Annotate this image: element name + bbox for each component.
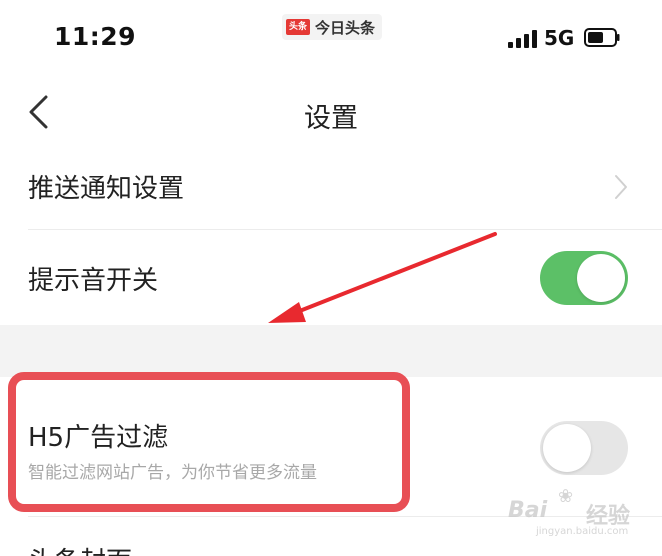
sound-label: 提示音开关 bbox=[28, 266, 159, 296]
h5-ad-filter-toggle[interactable] bbox=[540, 421, 628, 475]
sound-toggle[interactable] bbox=[540, 251, 628, 305]
status-bar: 11:29 头条 今日头条 5G bbox=[0, 0, 662, 78]
section-gap bbox=[0, 325, 662, 377]
app-badge: 头条 今日头条 bbox=[282, 14, 383, 40]
network-type: 5G bbox=[544, 26, 575, 50]
toggle-knob bbox=[543, 424, 591, 472]
toggle-knob bbox=[577, 254, 625, 302]
cover-label: 头条封面 bbox=[28, 541, 132, 556]
highlight-box bbox=[8, 372, 410, 512]
paw-icon: ❀ bbox=[558, 486, 574, 507]
battery-icon bbox=[584, 28, 620, 47]
settings-row-push[interactable]: 推送通知设置 bbox=[0, 148, 662, 230]
page-title: 设置 bbox=[304, 103, 358, 134]
watermark-brand: Bai bbox=[508, 498, 548, 523]
watermark: Bai ❀ 经验 jingyan.baidu.com bbox=[506, 482, 656, 542]
nav-bar: 设置 bbox=[0, 78, 662, 148]
chevron-right-icon bbox=[615, 175, 627, 199]
app-logo: 头条 bbox=[286, 19, 311, 35]
app-name: 今日头条 bbox=[315, 18, 376, 37]
push-label: 推送通知设置 bbox=[28, 174, 185, 204]
signal-bars-icon bbox=[508, 30, 537, 48]
status-time: 11:29 bbox=[54, 22, 137, 51]
settings-row-sound: 提示音开关 bbox=[0, 230, 662, 325]
watermark-url: jingyan.baidu.com bbox=[536, 526, 629, 537]
